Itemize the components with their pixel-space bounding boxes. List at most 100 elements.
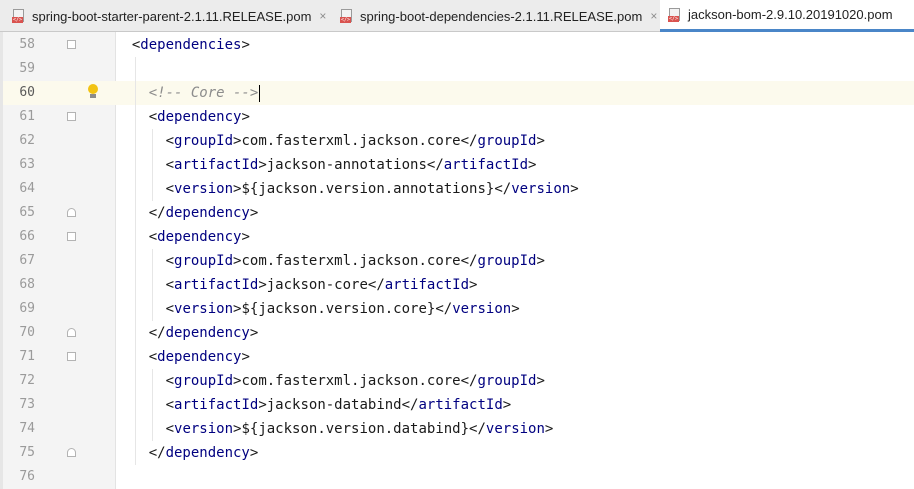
xml-text: < bbox=[148, 109, 158, 125]
fold-marker-icon[interactable] bbox=[67, 40, 76, 49]
xml-text: < bbox=[165, 157, 175, 173]
code-line[interactable]: 60 <!-- Core --> bbox=[3, 81, 914, 105]
line-number: 73 bbox=[19, 397, 35, 412]
xml-text: < bbox=[148, 349, 158, 365]
xml-text: > bbox=[570, 181, 579, 197]
line-number: 69 bbox=[19, 301, 35, 316]
indent-guide bbox=[135, 57, 136, 465]
xml-text: >${jackson.version.annotations}</ bbox=[233, 181, 512, 197]
xml-text: >jackson-core</ bbox=[258, 277, 385, 293]
xml-text: > bbox=[241, 109, 250, 125]
xml-tag-name: artifactId bbox=[174, 157, 259, 173]
xml-text: > bbox=[249, 205, 259, 221]
xml-tag-name: version bbox=[174, 301, 234, 317]
indent-guide bbox=[152, 369, 153, 441]
code-text: <artifactId>jackson-databind</artifactId… bbox=[115, 393, 512, 417]
line-number: 65 bbox=[19, 205, 35, 220]
code-line[interactable]: 62 <groupId>com.fasterxml.jackson.core</… bbox=[3, 129, 914, 153]
xml-tag-name: version bbox=[511, 181, 571, 197]
xml-text: < bbox=[165, 253, 175, 269]
code-line[interactable]: 76 bbox=[3, 465, 914, 489]
xml-tag-name: dependency bbox=[165, 445, 250, 461]
xml-text: > bbox=[469, 277, 478, 293]
line-number: 66 bbox=[19, 229, 35, 244]
xml-text: < bbox=[165, 373, 175, 389]
xml-file-icon: </> bbox=[668, 7, 682, 22]
tab-jackson-bom[interactable]: </> jackson-bom-2.9.10.20191020.pom bbox=[660, 0, 914, 32]
code-line[interactable]: 73 <artifactId>jackson-databind</artifac… bbox=[3, 393, 914, 417]
code-line[interactable]: 58 <dependencies> bbox=[3, 33, 914, 57]
xml-tag-name: dependency bbox=[157, 349, 242, 365]
close-icon[interactable]: × bbox=[319, 9, 326, 23]
fold-marker-icon[interactable] bbox=[67, 112, 76, 121]
code-line[interactable]: 69 <version>${jackson.version.core}</ver… bbox=[3, 297, 914, 321]
code-line[interactable]: 66 <dependency> bbox=[3, 225, 914, 249]
code-editor[interactable]: 58 <dependencies> 59 60 <!-- Core --> 61 <d… bbox=[0, 32, 914, 489]
code-text: </dependency> bbox=[115, 441, 259, 465]
editor-tab-bar: </> spring-boot-starter-parent-2.1.11.RE… bbox=[0, 0, 914, 32]
line-number: 76 bbox=[19, 469, 35, 484]
fold-marker-icon[interactable] bbox=[67, 448, 76, 457]
tab-label: spring-boot-dependencies-2.1.11.RELEASE.… bbox=[360, 8, 643, 24]
xml-text: < bbox=[165, 397, 175, 413]
xml-text: >com.fasterxml.jackson.core</ bbox=[233, 373, 478, 389]
fold-marker-icon[interactable] bbox=[67, 352, 76, 361]
code-line[interactable]: 64 <version>${jackson.version.annotation… bbox=[3, 177, 914, 201]
xml-text: > bbox=[241, 229, 250, 245]
xml-text: >${jackson.version.core}</ bbox=[233, 301, 453, 317]
line-number: 59 bbox=[19, 61, 35, 76]
xml-tag-name: groupId bbox=[174, 373, 234, 389]
code-line[interactable]: 72 <groupId>com.fasterxml.jackson.core</… bbox=[3, 369, 914, 393]
code-text: <version>${jackson.version.databind}</ve… bbox=[115, 417, 554, 441]
tab-spring-boot-starter-parent[interactable]: </> spring-boot-starter-parent-2.1.11.RE… bbox=[0, 0, 332, 32]
close-icon[interactable]: × bbox=[650, 9, 657, 23]
code-text: <version>${jackson.version.annotations}<… bbox=[115, 177, 579, 201]
fold-marker-icon[interactable] bbox=[67, 208, 76, 217]
xml-text: < bbox=[165, 421, 175, 437]
xml-text: </ bbox=[148, 325, 166, 341]
code-line[interactable]: 68 <artifactId>jackson-core</artifactId> bbox=[3, 273, 914, 297]
line-number: 70 bbox=[19, 325, 35, 340]
line-number: 68 bbox=[19, 277, 35, 292]
line-number: 58 bbox=[19, 37, 35, 52]
line-number: 67 bbox=[19, 253, 35, 268]
fold-marker-icon[interactable] bbox=[67, 328, 76, 337]
xml-text: >jackson-annotations</ bbox=[258, 157, 444, 173]
tab-spring-boot-dependencies[interactable]: </> spring-boot-dependencies-2.1.11.RELE… bbox=[332, 0, 660, 32]
line-number: 72 bbox=[19, 373, 35, 388]
lightbulb-icon[interactable] bbox=[87, 84, 99, 102]
xml-text: > bbox=[249, 325, 259, 341]
code-line[interactable]: 63 <artifactId>jackson-annotations</arti… bbox=[3, 153, 914, 177]
xml-tag-name: artifactId bbox=[174, 397, 259, 413]
xml-text: > bbox=[241, 349, 250, 365]
xml-file-icon: </> bbox=[340, 9, 354, 23]
code-line[interactable]: 74 <version>${jackson.version.databind}<… bbox=[3, 417, 914, 441]
xml-tag-name: version bbox=[174, 421, 234, 437]
code-line[interactable]: 75 </dependency> bbox=[3, 441, 914, 465]
tab-label: spring-boot-starter-parent-2.1.11.RELEAS… bbox=[32, 8, 312, 24]
xml-tag-name: version bbox=[452, 301, 512, 317]
xml-text: < bbox=[165, 301, 175, 317]
xml-tag-name: groupId bbox=[477, 133, 537, 149]
xml-tag-name: artifactId bbox=[384, 277, 470, 293]
code-text: <version>${jackson.version.core}</versio… bbox=[115, 297, 520, 321]
code-line[interactable]: 61 <dependency> bbox=[3, 105, 914, 129]
xml-text: >com.fasterxml.jackson.core</ bbox=[233, 133, 478, 149]
text-caret bbox=[259, 84, 261, 102]
code-text: <!-- Core --> bbox=[115, 81, 261, 105]
xml-tag-name: artifactId bbox=[443, 157, 529, 173]
code-line[interactable]: 65 </dependency> bbox=[3, 201, 914, 225]
code-line[interactable]: 71 <dependency> bbox=[3, 345, 914, 369]
fold-marker-icon[interactable] bbox=[67, 232, 76, 241]
xml-text: > bbox=[528, 157, 537, 173]
xml-text: > bbox=[502, 397, 512, 413]
code-text: </dependency> bbox=[115, 321, 259, 345]
xml-tag-name: dependencies bbox=[140, 37, 242, 53]
code-text: <groupId>com.fasterxml.jackson.core</gro… bbox=[115, 249, 545, 273]
code-line[interactable]: 67 <groupId>com.fasterxml.jackson.core</… bbox=[3, 249, 914, 273]
xml-text: > bbox=[511, 301, 520, 317]
xml-text: > bbox=[536, 253, 545, 269]
code-line[interactable]: 59 bbox=[3, 57, 914, 81]
code-line[interactable]: 70 </dependency> bbox=[3, 321, 914, 345]
xml-tag-name: version bbox=[485, 421, 545, 437]
